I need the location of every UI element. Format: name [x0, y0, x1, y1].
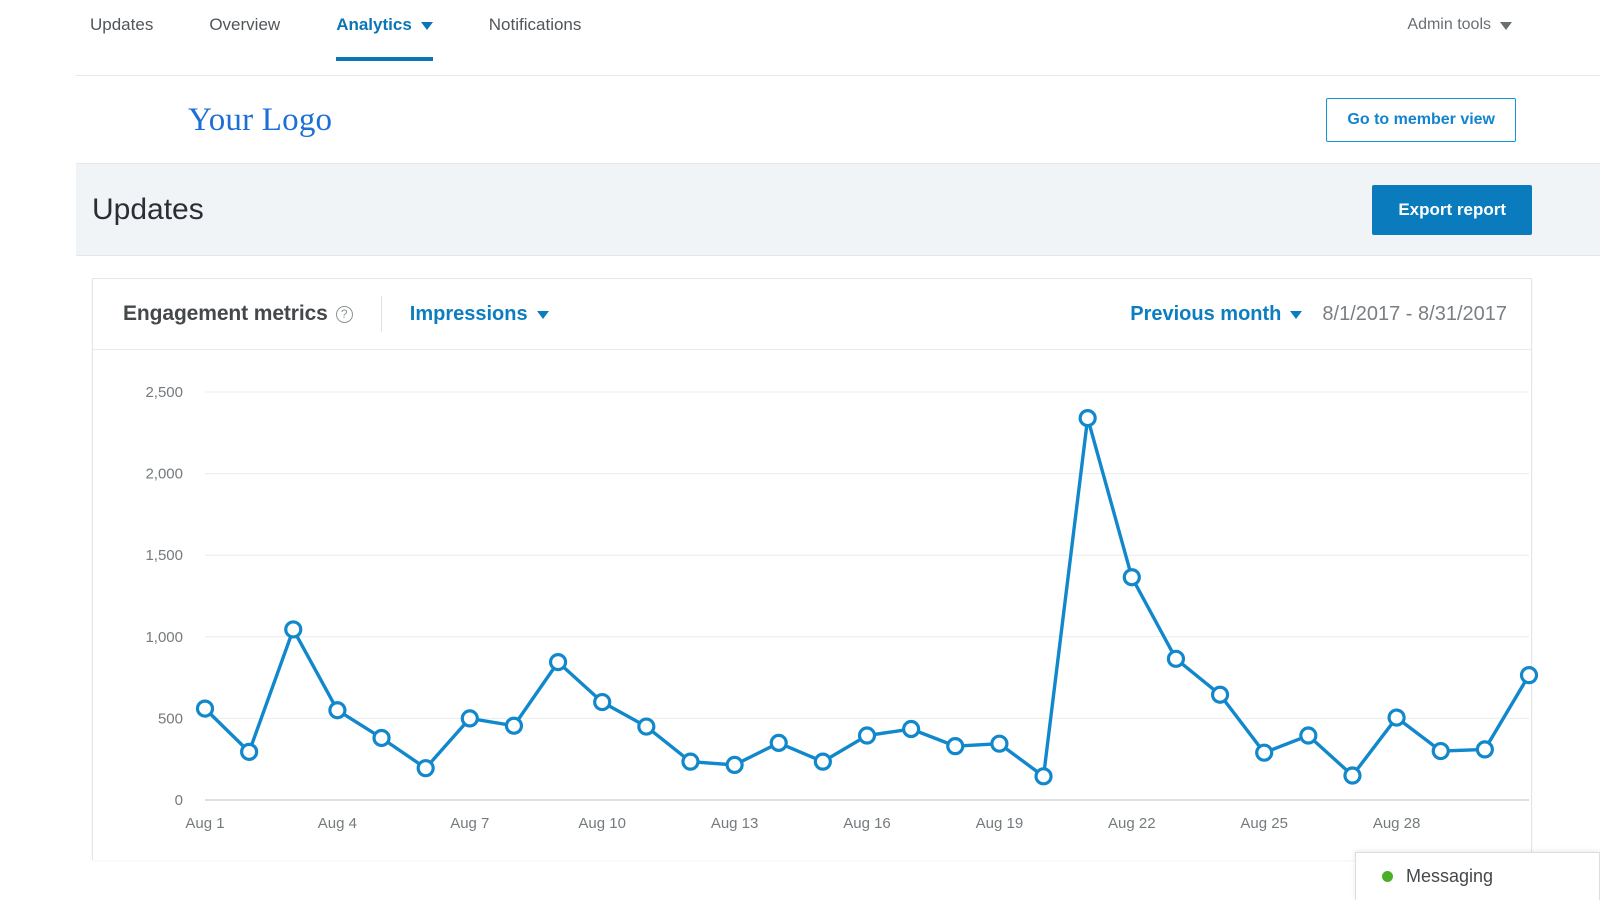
- nav-item-overview[interactable]: Overview: [209, 15, 280, 61]
- admin-tools-label: Admin tools: [1407, 16, 1491, 33]
- x-axis-tick-label: Aug 7: [450, 815, 489, 832]
- metric-selector-label: Impressions: [409, 302, 528, 325]
- nav-item-label: Notifications: [488, 15, 582, 34]
- x-axis-tick-label: Aug 25: [1240, 815, 1288, 832]
- nav-item-label: Updates: [90, 15, 154, 34]
- y-axis-tick-label: 1,000: [145, 629, 183, 646]
- data-point-marker[interactable]: [1122, 568, 1141, 587]
- company-logo: Your Logo: [188, 101, 333, 138]
- data-point-marker[interactable]: [902, 719, 921, 739]
- y-axis-tick-label: 1,500: [145, 547, 183, 564]
- nav-item-analytics[interactable]: Analytics: [336, 15, 433, 61]
- data-point-marker[interactable]: [1210, 685, 1230, 704]
- data-point-marker[interactable]: [593, 692, 612, 712]
- card-header: Engagement metrics ? Impressions Previou…: [93, 279, 1531, 350]
- data-point-marker[interactable]: [857, 726, 877, 745]
- data-point-marker[interactable]: [1255, 743, 1274, 762]
- data-point-marker[interactable]: [1299, 726, 1318, 745]
- data-point-marker[interactable]: [1475, 740, 1494, 759]
- x-axis-tick-label: Aug 1: [185, 815, 224, 832]
- x-axis-tick-label: Aug 28: [1373, 815, 1421, 832]
- data-point-marker[interactable]: [681, 752, 700, 771]
- y-axis-tick-label: 2,000: [145, 466, 183, 483]
- nav-item-notifications[interactable]: Notifications: [489, 15, 582, 61]
- period-selector-dropdown[interactable]: Previous month: [1130, 302, 1303, 326]
- x-axis-tick-label: Aug 13: [711, 815, 759, 832]
- nav-item-label: Analytics: [336, 15, 412, 34]
- data-point-marker[interactable]: [1431, 741, 1450, 761]
- header-divider: [380, 296, 382, 332]
- data-point-marker[interactable]: [548, 652, 568, 672]
- messaging-label: Messaging: [1406, 866, 1494, 886]
- impressions-line-chart: 0 500 1,000 1,500 2,000 2,500 Aug 1 Aug 4 Aug 7 A…: [145, 384, 1539, 832]
- data-point-marker[interactable]: [1519, 666, 1539, 685]
- x-axis-tick-label: Aug 10: [578, 815, 626, 832]
- chevron-down-icon: [1500, 22, 1512, 30]
- data-point-marker[interactable]: [504, 716, 524, 735]
- go-to-member-view-button[interactable]: Go to member view: [1326, 98, 1516, 142]
- chevron-down-icon: [1290, 311, 1303, 319]
- export-report-button[interactable]: Export report: [1372, 184, 1532, 235]
- metric-selector-dropdown[interactable]: Impressions: [410, 303, 549, 326]
- x-axis-tick-label: Aug 19: [976, 815, 1024, 832]
- data-point-marker[interactable]: [460, 709, 479, 728]
- data-point-marker[interactable]: [240, 742, 259, 761]
- y-axis-tick-label: 2,500: [145, 384, 183, 401]
- data-point-marker[interactable]: [769, 733, 788, 752]
- data-point-marker[interactable]: [946, 737, 965, 756]
- card-title: Engagement metrics: [123, 302, 328, 325]
- x-axis-tick-label: Aug 4: [318, 815, 357, 832]
- data-point-marker[interactable]: [637, 717, 656, 736]
- messaging-widget[interactable]: Messaging: [1355, 852, 1600, 900]
- page-title: Updates: [92, 192, 204, 226]
- data-point-marker[interactable]: [725, 755, 744, 775]
- data-point-marker[interactable]: [372, 728, 391, 748]
- data-point-marker[interactable]: [195, 699, 215, 718]
- data-point-marker[interactable]: [416, 759, 435, 778]
- date-range-label: 8/1/2017 - 8/31/2017: [1322, 302, 1507, 325]
- nav-item-label: Overview: [209, 15, 281, 34]
- brand-bar: Your Logo Go to member view: [0, 76, 1600, 164]
- nav-item-updates[interactable]: Updates: [90, 15, 153, 61]
- card-container: Engagement metrics ? Impressions Previou…: [76, 256, 1600, 860]
- x-axis-tick-label: Aug 16: [843, 815, 891, 832]
- data-point-marker[interactable]: [1078, 409, 1097, 428]
- chevron-down-icon: [420, 22, 433, 30]
- engagement-metrics-card: Engagement metrics ? Impressions Previou…: [92, 278, 1539, 860]
- admin-tools-menu[interactable]: Admin tools: [1407, 16, 1512, 60]
- page-header-band: Updates Export report: [76, 164, 1600, 256]
- data-point-marker[interactable]: [328, 701, 347, 720]
- data-point-marker[interactable]: [1387, 708, 1406, 727]
- data-point-marker[interactable]: [813, 752, 832, 771]
- help-circle-icon[interactable]: ?: [335, 305, 353, 323]
- x-axis-tick-label: Aug 22: [1108, 815, 1156, 832]
- data-point-marker[interactable]: [1343, 766, 1362, 785]
- chart-area: 0 500 1,000 1,500 2,000 2,500 Aug 1 Aug 4 Aug 7 A…: [93, 350, 1539, 860]
- data-point-marker[interactable]: [990, 734, 1009, 753]
- period-selector-label: Previous month: [1130, 302, 1282, 325]
- data-point-marker[interactable]: [284, 620, 303, 639]
- y-axis-tick-label: 0: [175, 792, 183, 809]
- chevron-down-icon: [536, 311, 549, 319]
- data-point-marker[interactable]: [1166, 649, 1186, 668]
- data-point-marker[interactable]: [1034, 767, 1053, 786]
- top-navigation: Updates Overview Analytics Notifications…: [0, 0, 1600, 76]
- card-header-right: Previous month 8/1/2017 - 8/31/2017: [1130, 303, 1507, 326]
- impressions-series-line: [203, 416, 1531, 779]
- y-axis-tick-label: 500: [158, 710, 183, 727]
- online-status-dot: [1382, 871, 1393, 882]
